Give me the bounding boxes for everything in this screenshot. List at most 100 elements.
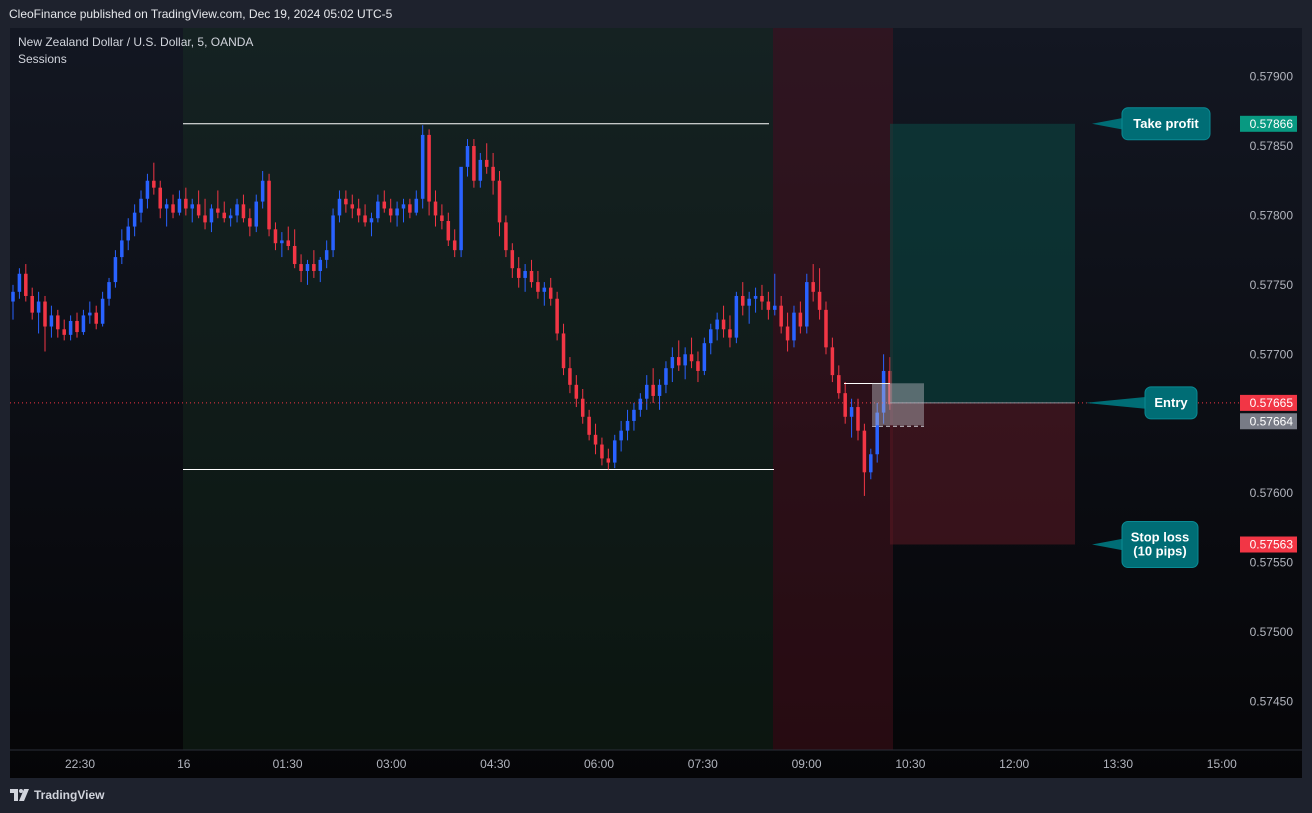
candle-body	[286, 240, 291, 246]
candle-body	[344, 198, 348, 205]
candle-body	[331, 215, 335, 251]
candle-body	[651, 384, 655, 396]
candle-body	[158, 187, 162, 209]
candle-body	[561, 333, 566, 369]
candle-body	[446, 220, 451, 241]
candle-body	[747, 298, 751, 306]
callout-text-line: Take profit	[1133, 116, 1199, 131]
candle-body	[382, 201, 387, 209]
x-tick-label: 06:00	[584, 757, 614, 771]
price-chart[interactable]: 0.57900 0.57850 0.57800 0.57750 0.57700 0.576…	[10, 28, 1302, 778]
candle-body	[120, 240, 124, 258]
candle-body	[177, 198, 182, 213]
candle-body	[715, 319, 719, 330]
candle-body	[536, 282, 540, 292]
candle-body	[600, 444, 604, 459]
candle-body	[107, 282, 111, 299]
candle-body	[388, 208, 393, 216]
candle-body	[56, 315, 60, 330]
candle-body	[760, 295, 764, 302]
candle-body	[152, 180, 156, 188]
candle-body	[516, 268, 521, 278]
candle-body	[337, 198, 342, 216]
candle-body	[574, 384, 579, 399]
candle-body	[241, 204, 246, 219]
footer: TradingView	[0, 780, 1312, 813]
price-tag-take-profit: 0.57866	[1240, 115, 1297, 132]
candle-body	[433, 201, 438, 216]
session-london-box	[183, 28, 773, 750]
candle-body	[702, 343, 707, 371]
price-tag-label: 0.57866	[1250, 117, 1294, 131]
candle-body	[465, 146, 470, 167]
candle-body	[766, 301, 771, 310]
candle-body	[837, 375, 841, 394]
y-tick-label: 0.57800	[1250, 208, 1294, 222]
candle-body	[817, 291, 822, 310]
y-tick-label: 0.57600	[1250, 486, 1294, 500]
candle-body	[414, 198, 419, 213]
candle	[702, 337, 707, 376]
candle-body	[126, 226, 130, 241]
candle-body	[324, 250, 329, 260]
candle-body	[408, 204, 412, 213]
candle-body	[670, 357, 675, 369]
chart-area[interactable]: 0.57900 0.57850 0.57800 0.57750 0.57700 0.576…	[10, 28, 1302, 778]
candle-body	[94, 312, 98, 324]
candle-body	[190, 204, 195, 209]
x-tick-label: 15:00	[1207, 757, 1237, 771]
indicator-legend[interactable]: Sessions	[18, 52, 67, 66]
candle-body	[145, 180, 150, 199]
candle-body	[625, 420, 630, 431]
candle-body	[580, 398, 585, 417]
candle-body	[593, 434, 598, 445]
candle-body	[587, 416, 591, 435]
y-tick-label: 0.57500	[1250, 625, 1294, 639]
y-tick-label: 0.57700	[1250, 347, 1294, 361]
candle-body	[568, 368, 572, 385]
candle	[555, 291, 559, 341]
candle-body	[504, 222, 508, 251]
candle-body	[292, 245, 297, 265]
candle-body	[216, 208, 220, 213]
price-tag-label: 0.57664	[1250, 414, 1294, 428]
candle-body	[721, 319, 726, 330]
price-tag-entry: 0.57665	[1240, 394, 1297, 411]
candle-body	[312, 264, 316, 271]
candle-body	[856, 407, 860, 431]
tradingview-brand[interactable]: TradingView	[10, 788, 104, 802]
candle-body	[696, 361, 700, 371]
candle-body	[849, 407, 854, 417]
candle	[267, 173, 271, 237]
candle-body	[638, 398, 643, 410]
symbol-legend[interactable]: New Zealand Dollar / U.S. Dollar, 5, OAN…	[18, 35, 253, 49]
candle-body	[708, 329, 713, 344]
brand-label: TradingView	[34, 788, 105, 802]
candle-body	[555, 298, 559, 334]
price-tag-last-price: 0.57664	[1240, 413, 1297, 430]
candle-body	[36, 301, 41, 313]
candle-body	[203, 215, 207, 223]
last-price-highlight	[872, 383, 924, 426]
candle-body	[805, 282, 809, 327]
candle-body	[478, 159, 483, 181]
profit-zone[interactable]	[890, 123, 1075, 403]
y-tick-label: 0.57850	[1250, 139, 1294, 153]
candle-body	[472, 146, 476, 181]
candle	[459, 166, 463, 258]
callout-text: Stop loss (10 pips)	[1131, 530, 1190, 559]
candle-body	[235, 204, 239, 216]
candle-body	[773, 305, 777, 310]
candle-body	[376, 201, 380, 219]
x-tick-label: 04:30	[480, 757, 510, 771]
candle-body	[612, 440, 617, 463]
candle-body	[741, 295, 745, 306]
candle-body	[459, 166, 463, 251]
candle-body	[401, 204, 406, 209]
price-tag-stop-loss: 0.57563	[1240, 536, 1297, 553]
candle-body	[523, 270, 527, 278]
candle-body	[132, 212, 137, 227]
candle-body	[491, 166, 495, 181]
candle-body	[619, 430, 623, 441]
candle-body	[664, 368, 668, 385]
